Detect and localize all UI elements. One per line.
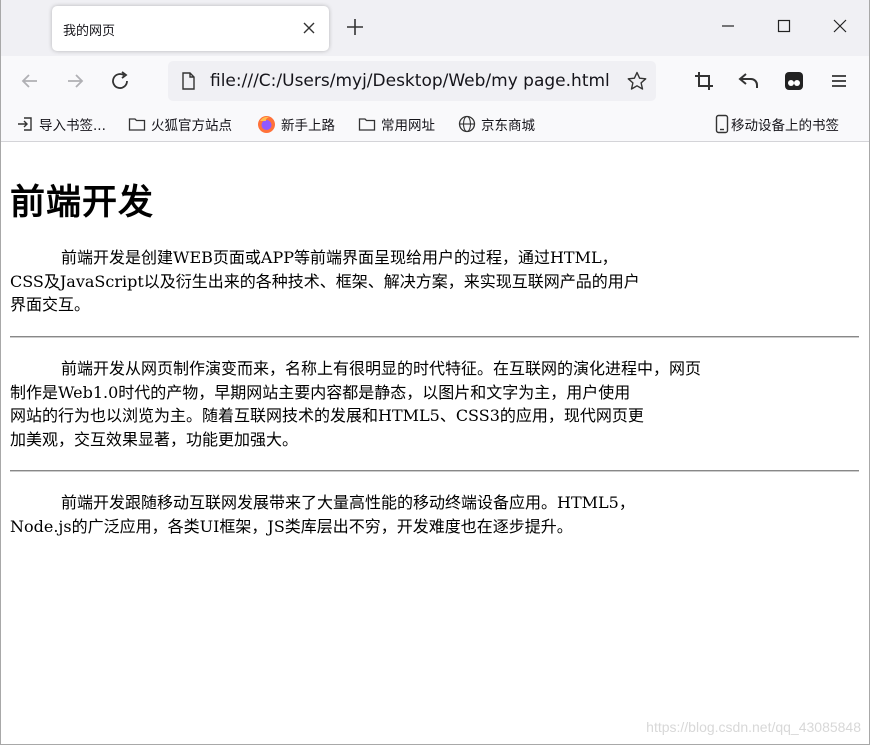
bookmark-label: 新手上路 xyxy=(281,118,335,134)
extension-icon[interactable] xyxy=(781,68,807,94)
paragraph-line: Node.js的广泛应用，各类UI框架，JS类库层出不穷，开发难度也在逐步提升。 xyxy=(10,516,573,536)
menu-icon[interactable] xyxy=(826,68,852,94)
paragraph-1: 前端开发是创建WEB页面或APP等前端界面呈现给用户的过程，通过HTML， CS… xyxy=(10,246,862,317)
mobile-bookmarks[interactable]: 移动设备上的书签 xyxy=(715,114,839,134)
bookmark-firefox-official[interactable]: 火狐官方站点 xyxy=(128,114,232,134)
tab-strip: 我的网页 xyxy=(1,0,869,56)
close-tab-icon[interactable] xyxy=(299,18,319,38)
paragraph-line: CSS及JavaScript以及衍生出来的各种技术、框架、解决方案，来实现互联网… xyxy=(10,271,640,291)
browser-window: 我的网页 file:///C:/Users/myj/Desktop/Web/my… xyxy=(0,0,870,745)
undo-icon[interactable] xyxy=(736,68,762,94)
bookmark-star-icon[interactable] xyxy=(626,70,648,92)
minimize-icon[interactable] xyxy=(716,14,740,38)
horizontal-rule xyxy=(10,336,859,338)
paragraph-2: 前端开发从网页制作演变而来，名称上有很明显的时代特征。在互联网的演化进程中，网页… xyxy=(10,357,862,451)
forward-icon[interactable] xyxy=(62,68,88,94)
horizontal-rule xyxy=(10,470,859,472)
paragraph-line: 前端开发从网页制作演变而来，名称上有很明显的时代特征。在互联网的演化进程中，网页 xyxy=(61,359,702,378)
paragraph-line: 网站的行为也以浏览为主。随着互联网技术的发展和HTML5、CSS3的应用，现代网… xyxy=(10,406,644,425)
back-icon[interactable] xyxy=(17,68,43,94)
folder-icon xyxy=(128,118,146,131)
bookmarks-toolbar: 导入书签... 火狐官方站点 新手上路 常用网址 京东商城 移动设备上的书签 xyxy=(1,106,869,142)
bookmark-label: 火狐官方站点 xyxy=(151,118,232,134)
page-content: 前端开发 前端开发是创建WEB页面或APP等前端界面呈现给用户的过程，通过HTM… xyxy=(1,142,869,744)
bookmark-jd[interactable]: 京东商城 xyxy=(458,114,535,134)
bookmark-import[interactable]: 导入书签... xyxy=(16,114,106,134)
tab-title: 我的网页 xyxy=(63,24,116,39)
paragraph-line: 界面交互。 xyxy=(10,295,91,314)
bookmark-label: 京东商城 xyxy=(481,118,535,134)
bookmark-label: 常用网址 xyxy=(381,118,435,134)
url-bar[interactable]: file:///C:/Users/myj/Desktop/Web/my page… xyxy=(168,61,656,101)
navigation-toolbar: file:///C:/Users/myj/Desktop/Web/my page… xyxy=(1,56,869,106)
folder-icon xyxy=(358,118,376,131)
paragraph-line: 前端开发是创建WEB页面或APP等前端界面呈现给用户的过程，通过HTML， xyxy=(61,248,618,267)
paragraph-line: 前端开发跟随移动互联网发展带来了大量高性能的移动终端设备应用。HTML5， xyxy=(61,493,635,512)
firefox-icon xyxy=(258,115,275,133)
watermark: https://blog.csdn.net/qq_43085848 xyxy=(646,719,861,735)
bookmark-getting-started[interactable]: 新手上路 xyxy=(257,114,335,134)
import-icon xyxy=(18,117,32,131)
paragraph-3: 前端开发跟随移动互联网发展带来了大量高性能的移动终端设备应用。HTML5， No… xyxy=(10,491,862,538)
bookmark-label: 导入书签... xyxy=(39,118,106,134)
new-tab-icon[interactable] xyxy=(344,16,366,38)
page-heading: 前端开发 xyxy=(10,183,155,223)
bookmark-label: 移动设备上的书签 xyxy=(731,118,839,134)
page-icon xyxy=(182,72,195,90)
maximize-icon[interactable] xyxy=(772,14,796,38)
reload-icon[interactable] xyxy=(107,68,133,94)
url-text[interactable]: file:///C:/Users/myj/Desktop/Web/my page… xyxy=(210,71,610,91)
globe-icon xyxy=(458,115,476,133)
tab-active[interactable]: 我的网页 xyxy=(52,6,329,51)
close-window-icon[interactable] xyxy=(828,14,852,38)
mobile-device-icon xyxy=(715,114,729,134)
paragraph-line: 制作是Web1.0时代的产物，早期网站主要内容都是静态，以图片和文字为主，用户使… xyxy=(10,382,631,402)
bookmark-common-sites[interactable]: 常用网址 xyxy=(358,114,435,134)
paragraph-line: 加美观，交互效果显著，功能更加强大。 xyxy=(10,429,299,449)
screenshot-icon[interactable] xyxy=(691,68,717,94)
